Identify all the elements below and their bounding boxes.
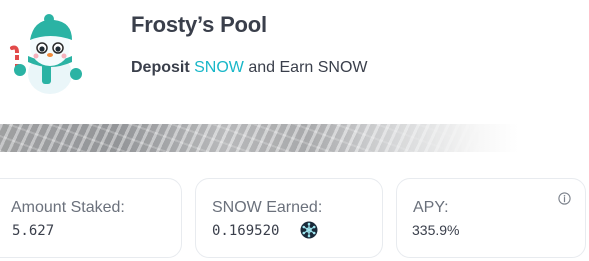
snow-earned-label: SNOW Earned: — [212, 199, 323, 216]
pool-title: Frosty’s Pool — [131, 12, 267, 37]
snowman-icon — [10, 14, 82, 94]
snow-earned-value: 0.169520 — [212, 223, 280, 239]
snowy-mountain-banner — [0, 124, 589, 152]
pool-subtitle: Deposit SNOW and Earn SNOW — [131, 59, 368, 77]
apy-card: APY: 335.9% — [396, 178, 586, 258]
apy-value: 335.9% — [412, 222, 460, 238]
deposit-token: SNOW — [194, 59, 244, 76]
amount-staked-value: 5.627 — [12, 223, 55, 239]
amount-staked-card: Amount Staked: 5.627 — [0, 178, 182, 258]
apy-label: APY: — [413, 199, 449, 216]
deposit-label: Deposit — [131, 59, 190, 76]
snow-token-icon — [300, 221, 318, 239]
info-icon[interactable] — [558, 192, 571, 205]
snow-earned-card: SNOW Earned: 0.169520 — [195, 178, 383, 258]
amount-staked-label: Amount Staked: — [11, 199, 125, 216]
earn-text: and Earn SNOW — [243, 59, 368, 76]
